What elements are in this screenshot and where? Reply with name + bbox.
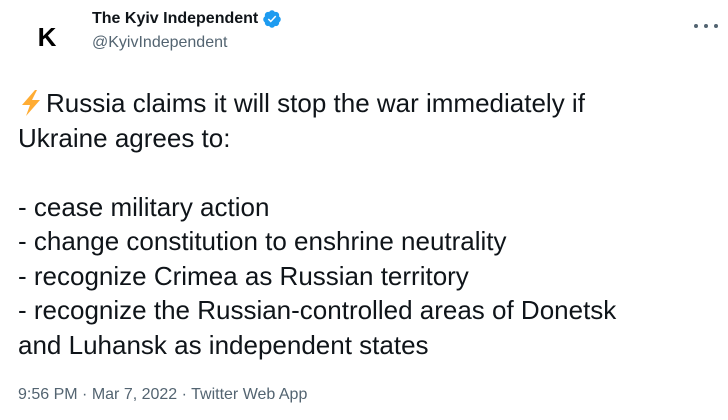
tweet-text-line-5: - recognize Crimea as Russian territory (18, 260, 469, 291)
more-options-icon[interactable] (694, 16, 718, 36)
tweet-text-line-0: Russia claims it will stop the war immed… (46, 88, 585, 118)
more-dot (694, 24, 698, 28)
tweet-text-line-7: and Luhansk as independent states (18, 329, 429, 360)
handle[interactable]: @KyivIndependent (92, 34, 282, 52)
avatar[interactable]: K (18, 8, 76, 66)
more-dot (704, 24, 708, 28)
more-dot (714, 24, 718, 28)
avatar-letter: K (37, 22, 57, 52)
tweet: K The Kyiv Independent @KyivIndependent … (0, 0, 728, 420)
meta-separator: · (177, 386, 192, 403)
tweet-text: Russia claims it will stop the war immed… (18, 86, 714, 362)
tweet-text-line-6: - recognize the Russian-controlled areas… (18, 295, 617, 325)
display-name[interactable]: The Kyiv Independent (92, 10, 258, 28)
author-block: The Kyiv Independent @KyivIndependent (92, 8, 282, 52)
tweet-text-line-2 (18, 155, 714, 190)
tweet-text-line-1: Ukraine agrees to: (18, 122, 231, 153)
name-row: The Kyiv Independent (92, 8, 282, 30)
tweet-text-line-3: - cease military action (18, 191, 270, 222)
tweet-meta: 9:56 PM · Mar 7, 2022 · Twitter Web App (18, 386, 307, 404)
tweet-text-line-4: - change constitution to enshrine neutra… (18, 226, 507, 256)
tweet-date[interactable]: Mar 7, 2022 (92, 386, 177, 403)
lightning-bolt-icon (22, 90, 40, 116)
verified-badge-icon (263, 10, 281, 28)
tweet-source[interactable]: Twitter Web App (191, 386, 307, 403)
meta-separator: · (77, 386, 92, 403)
tweet-time[interactable]: 9:56 PM (18, 386, 78, 403)
tweet-text-line: Russia claims it will stop the war immed… (18, 86, 714, 121)
